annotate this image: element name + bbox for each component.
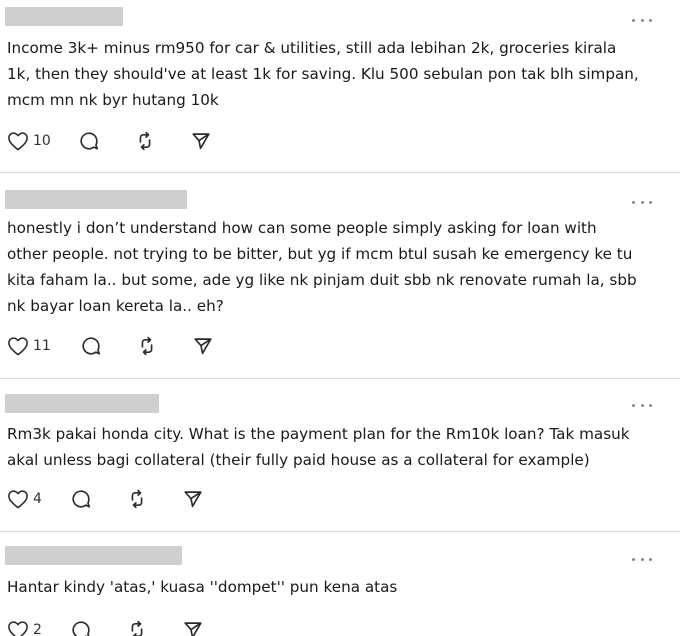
redacted-username: [5, 546, 182, 565]
repost-button[interactable]: [126, 488, 148, 510]
more-dot: [632, 403, 635, 407]
like-button[interactable]: 10: [7, 131, 51, 151]
redacted-username: [5, 394, 159, 413]
comment-text: Hantar kindy 'atas,' kuasa ''dompet'' pu…: [7, 578, 398, 596]
action-bar: 11: [7, 333, 214, 359]
reply-button[interactable]: [78, 130, 100, 152]
reply-bubble-icon: [78, 130, 100, 152]
reply-button[interactable]: [70, 488, 92, 510]
more-options-button[interactable]: [632, 14, 652, 26]
share-button[interactable]: [182, 619, 204, 636]
comment-text: Rm3k pakai honda city. What is the payme…: [7, 425, 630, 469]
more-dot: [649, 403, 652, 407]
repost-button[interactable]: [134, 130, 156, 152]
comment-text: honestly i don’t understand how can some…: [7, 219, 637, 315]
repost-button[interactable]: [136, 335, 158, 357]
comment-post: Income 3k+ minus rm950 for car & utiliti…: [0, 0, 680, 172]
like-count: 2: [33, 622, 42, 636]
more-options-button[interactable]: [632, 399, 652, 411]
like-count: 10: [33, 133, 51, 149]
comment-text: Income 3k+ minus rm950 for car & utiliti…: [7, 39, 639, 109]
more-options-button[interactable]: [632, 196, 652, 208]
share-send-icon: [192, 335, 214, 357]
comment-feed: Income 3k+ minus rm950 for car & utiliti…: [0, 0, 680, 636]
more-options-button[interactable]: [632, 553, 652, 565]
comment-post: honestly i don’t understand how can some…: [0, 173, 680, 378]
repost-icon: [134, 130, 156, 152]
more-dot: [640, 403, 644, 407]
reply-bubble-icon: [70, 619, 92, 636]
reply-button[interactable]: [80, 335, 102, 357]
more-dot: [649, 557, 652, 561]
heart-icon: [7, 489, 29, 509]
reply-bubble-icon: [80, 335, 102, 357]
action-bar: 4: [7, 486, 204, 512]
like-button[interactable]: 11: [7, 336, 51, 356]
more-dot: [640, 18, 644, 22]
repost-icon: [126, 488, 148, 510]
heart-icon: [7, 131, 29, 151]
share-button[interactable]: [192, 335, 214, 357]
share-send-icon: [182, 488, 204, 510]
comment-post: Rm3k pakai honda city. What is the payme…: [0, 379, 680, 531]
like-count: 11: [33, 338, 51, 354]
more-dot: [649, 18, 652, 22]
like-count: 4: [33, 491, 42, 507]
action-bar: 2: [7, 617, 204, 636]
share-button[interactable]: [190, 130, 212, 152]
like-button[interactable]: 2: [7, 620, 42, 636]
repost-button[interactable]: [126, 619, 148, 636]
more-dot: [632, 18, 635, 22]
share-button[interactable]: [182, 488, 204, 510]
redacted-username: [5, 190, 187, 209]
reply-button[interactable]: [70, 619, 92, 636]
repost-icon: [126, 619, 148, 636]
like-button[interactable]: 4: [7, 489, 42, 509]
more-dot: [632, 557, 635, 561]
comment-post: Hantar kindy 'atas,' kuasa ''dompet'' pu…: [0, 532, 680, 636]
more-dot: [649, 200, 652, 204]
reply-bubble-icon: [70, 488, 92, 510]
share-send-icon: [182, 619, 204, 636]
share-send-icon: [190, 130, 212, 152]
more-dot: [632, 200, 635, 204]
heart-icon: [7, 620, 29, 636]
heart-icon: [7, 336, 29, 356]
repost-icon: [136, 335, 158, 357]
more-dot: [640, 200, 644, 204]
more-dot: [640, 557, 644, 561]
action-bar: 10: [7, 128, 212, 154]
redacted-username: [5, 7, 123, 26]
